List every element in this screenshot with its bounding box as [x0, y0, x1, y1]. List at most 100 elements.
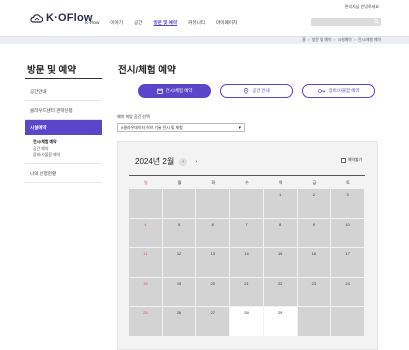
calendar-day[interactable]: 13	[196, 248, 231, 278]
space-select[interactable]: K클라우데이터 허브 기술 전시 및 체험 ▾	[117, 123, 245, 132]
calendar-week: 4 5 6 7 8 9 10	[129, 218, 365, 249]
sidebar-sub-equipment[interactable]: 장비/사물함 예약	[33, 152, 102, 159]
breadcrumb-visit[interactable]: 방문 및 예약	[312, 38, 332, 42]
location-pin-icon	[244, 88, 249, 94]
breadcrumb-facility[interactable]: 시설예약	[338, 38, 352, 42]
calendar-day[interactable]: 23	[297, 277, 332, 308]
space-select-label: 예약 희망 공간 선택	[117, 114, 150, 119]
calendar-day[interactable]: 11	[129, 248, 163, 278]
sidebar-divider	[25, 78, 102, 80]
calendar-weeks: 1 2 3 4 5 6 7 8 9 10 11 12 13 14 15 16 17 18 19 20 21 22 23 24 2…	[129, 189, 365, 337]
tab-space-info-label: 공간 안내	[252, 88, 270, 93]
calendar-grid: 일 월 화 수 목 금 토 1 2 3 4 5 6 7 8 9 10 11 12 13 14 15 16 17 1…	[129, 175, 365, 337]
weekday-label: 수	[245, 180, 249, 185]
sidebar-item-space-info[interactable]: 공간안내	[25, 82, 102, 101]
calendar-day[interactable]: 24	[331, 277, 365, 308]
space-select-value: K클라우데이터 허브 기술 전시 및 체험	[121, 125, 183, 130]
calendar-day[interactable]: 6	[196, 218, 231, 249]
key-icon	[317, 89, 326, 93]
weekday-label: 일	[143, 180, 148, 185]
calendar-day[interactable]: 27	[196, 307, 231, 337]
search-input[interactable]	[311, 18, 381, 26]
calendar-day[interactable]: 22	[263, 277, 298, 308]
user-greeting[interactable]: 관리자님 안녕하세요	[345, 4, 379, 10]
logo[interactable]: K·OFlow	[30, 12, 93, 24]
weekday-label: 화	[211, 180, 216, 185]
calendar-day[interactable]: 26	[162, 307, 197, 337]
legend-swatch	[341, 158, 347, 163]
calendar-day[interactable]: 9	[297, 218, 332, 249]
calendar-week: 25 26 27 28 29	[129, 307, 365, 337]
global-nav: K-Flow 이야기 공간 방문 및 예약 커뮤니티 마이페이지	[85, 20, 248, 26]
tab-exhibit[interactable]: 전시/체험 예약	[138, 84, 211, 98]
calendar-day[interactable]: 20	[196, 277, 231, 308]
weekday-label: 토	[346, 180, 350, 185]
calendar-day[interactable]: 19	[162, 277, 197, 308]
tab-equipment-label: 장비/사물함 예약	[328, 88, 360, 93]
calendar-day[interactable]: 3	[331, 189, 365, 219]
calendar-legend: 예약불가	[341, 158, 362, 163]
site-header: K·OFlow 관리자님 안녕하세요 K-Flow 이야기 공간 방문 및 예약…	[0, 0, 409, 35]
gnb-item-kflow[interactable]: K-Flow	[85, 20, 99, 26]
next-month-button[interactable]: ›	[192, 158, 200, 166]
calendar-header: 2024년 2월 ‹ ›	[135, 156, 200, 167]
tab-equipment[interactable]: 장비/사물함 예약	[302, 84, 375, 98]
breadcrumb-current: 전시/체험 예약	[357, 38, 381, 43]
gnb-item-space[interactable]: 공간	[134, 20, 142, 26]
sidebar-item-my-status[interactable]: 나의 신청현황	[25, 164, 102, 183]
calendar-day[interactable]: 10	[331, 218, 365, 249]
prev-month-button[interactable]: ‹	[179, 157, 188, 166]
calendar-day[interactable]: 29	[263, 307, 298, 337]
weekday-label: 목	[278, 180, 283, 185]
calendar-day[interactable]: 1	[263, 189, 298, 219]
calendar-day[interactable]: 15	[263, 248, 298, 278]
sidebar-submenu: 전시/체험 예약 공간 예약 장비/사물함 예약	[25, 135, 102, 164]
calendar-empty-cell	[162, 189, 197, 219]
calendar-icon	[156, 88, 163, 94]
calendar-empty-cell	[196, 189, 231, 219]
calendar-panel: 2024년 2월 ‹ › 예약불가 일 월 화 수 목 금 토 12345678…	[117, 141, 378, 350]
calendar-day[interactable]: 17	[331, 248, 365, 278]
calendar-day[interactable]: 16	[297, 248, 332, 278]
calendar-empty-cell	[331, 307, 365, 337]
breadcrumb-bar: 홈 > 방문 및 예약 > 시설예약 > 전시/체험 예약	[0, 36, 409, 44]
calendar-day[interactable]: 28	[230, 307, 264, 337]
calendar-day[interactable]: 8	[263, 218, 298, 249]
sidebar-menu: 공간안내 클라우드센터 견학신청 시설예약 전시/체험 예약 공간 예약 장비/…	[25, 82, 102, 183]
calendar-empty-cell	[297, 307, 332, 337]
breadcrumb: 홈 > 방문 및 예약 > 시설예약 > 전시/체험 예약	[302, 38, 381, 43]
sidebar-title: 방문 및 예약	[27, 65, 76, 76]
calendar-day[interactable]: 14	[230, 248, 264, 278]
chevron-down-icon: ▾	[238, 125, 241, 131]
calendar-day[interactable]: 18	[129, 277, 163, 308]
gnb-item-story[interactable]: 이야기	[110, 20, 123, 26]
calendar-empty-cell	[129, 189, 163, 219]
calendar-day[interactable]: 12	[162, 248, 197, 278]
weekday-label: 금	[312, 180, 317, 185]
breadcrumb-home[interactable]: 홈	[302, 38, 306, 42]
calendar-week: 11 12 13 14 15 16 17	[129, 248, 365, 278]
calendar-week: 123	[129, 189, 365, 219]
calendar-day[interactable]: 25	[129, 307, 163, 337]
calendar-day[interactable]: 4	[129, 218, 163, 249]
calendar-week: 18 19 20 21 22 23 24	[129, 277, 365, 308]
calendar-day[interactable]: 21	[230, 277, 264, 308]
gnb-item-mypage[interactable]: 마이페이지	[216, 20, 237, 26]
weekday-label: 월	[177, 180, 182, 185]
tab-space-info[interactable]: 공간 안내	[220, 84, 293, 98]
search-icon[interactable]	[374, 19, 379, 24]
calendar-day[interactable]: 5	[162, 218, 197, 249]
page-title: 전시/체험 예약	[118, 65, 176, 76]
sidebar-item-cloud-tour[interactable]: 클라우드센터 견학신청	[25, 101, 102, 120]
reservation-tabs: 전시/체험 예약 공간 안내 장비/사물함 예약	[138, 84, 375, 98]
tab-exhibit-label: 전시/체험 예약	[165, 88, 193, 93]
legend-label: 예약불가	[348, 158, 362, 162]
cloud-logo-icon	[30, 13, 43, 23]
gnb-item-visit[interactable]: 방문 및 예약	[153, 20, 177, 26]
weekday-header: 일 월 화 수 목 금 토	[129, 175, 365, 189]
sidebar-item-facility[interactable]: 시설예약	[25, 120, 102, 135]
calendar-day[interactable]: 2	[297, 189, 332, 219]
gnb-item-community[interactable]: 커뮤니티	[188, 20, 205, 26]
calendar-day[interactable]: 7	[230, 218, 264, 249]
calendar-empty-cell	[230, 189, 264, 219]
